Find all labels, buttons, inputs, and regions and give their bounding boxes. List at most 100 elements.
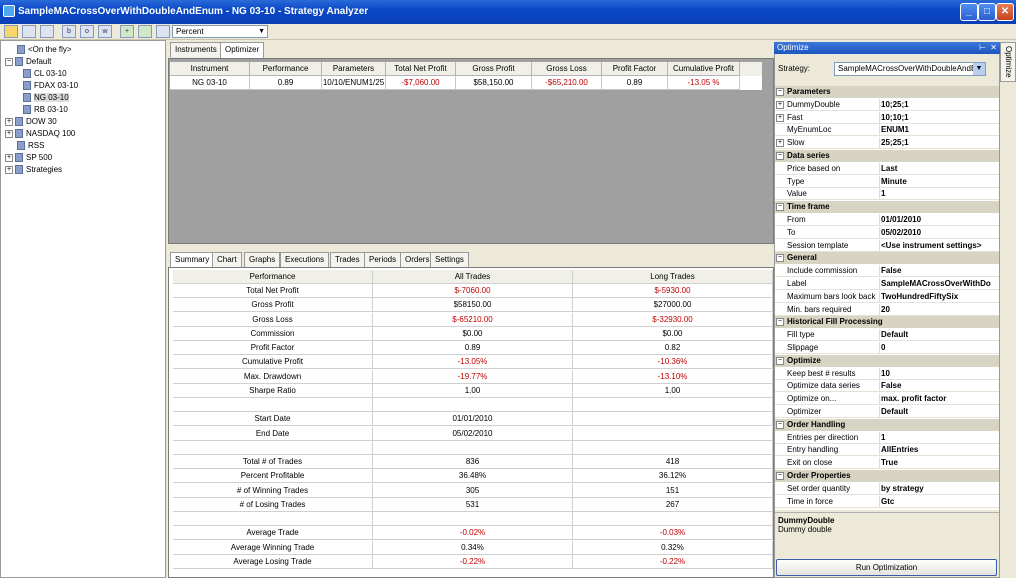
- tab-graphs[interactable]: Graphs: [244, 252, 281, 267]
- tree-item[interactable]: + DOW 30: [5, 116, 57, 128]
- tab-chart[interactable]: Chart: [212, 252, 242, 267]
- tree-item[interactable]: − Default: [5, 56, 51, 68]
- property-row[interactable]: Time in force Gtc: [775, 495, 999, 508]
- tree-item[interactable]: + NASDAQ 100: [5, 128, 75, 140]
- collapse-icon[interactable]: −: [776, 420, 784, 429]
- property-row[interactable]: To 05/02/2010: [775, 226, 999, 239]
- save-icon[interactable]: [22, 25, 36, 38]
- expand-icon[interactable]: +: [776, 100, 784, 109]
- property-row[interactable]: Entry handling AllEntries: [775, 444, 999, 457]
- add-icon[interactable]: +: [120, 25, 134, 38]
- expand-icon[interactable]: +: [5, 165, 13, 174]
- remove-icon[interactable]: [156, 25, 170, 38]
- property-category[interactable]: − Time frame: [775, 201, 999, 214]
- property-category[interactable]: − General: [775, 252, 999, 265]
- tree-item[interactable]: CL 03-10: [23, 68, 67, 80]
- tree-item[interactable]: <On the fly>: [5, 44, 72, 56]
- property-row[interactable]: Set order quantity by strategy: [775, 482, 999, 495]
- property-row[interactable]: Exit on close True: [775, 457, 999, 470]
- maximize-button[interactable]: □: [978, 3, 996, 21]
- property-category[interactable]: − Parameters: [775, 86, 999, 98]
- property-category[interactable]: − Order Properties: [775, 470, 999, 482]
- tab-trades[interactable]: Trades: [330, 252, 365, 267]
- expand-icon[interactable]: +: [5, 129, 13, 138]
- tab-executions[interactable]: Executions: [280, 252, 330, 267]
- property-row[interactable]: From 01/01/2010: [775, 214, 999, 226]
- property-row[interactable]: MyEnumLoc ENUM1: [775, 124, 999, 137]
- minimize-button[interactable]: _: [960, 3, 978, 21]
- walkforward-icon[interactable]: w: [98, 25, 112, 38]
- open-folder-icon[interactable]: [4, 25, 18, 38]
- tab-optimizer[interactable]: Optimizer: [220, 42, 265, 58]
- property-row[interactable]: Label SampleMACrossOverWithDo: [775, 278, 999, 290]
- property-category[interactable]: − Optimize: [775, 354, 999, 367]
- property-row[interactable]: Fill type Default: [775, 329, 999, 342]
- column-header[interactable]: Gross Profit: [456, 62, 532, 76]
- property-row[interactable]: Slippage 0: [775, 342, 999, 354]
- collapse-icon[interactable]: −: [776, 88, 784, 96]
- tree-item[interactable]: RB 03-10: [23, 104, 68, 116]
- collapse-icon[interactable]: −: [776, 152, 784, 160]
- optimize-icon[interactable]: o: [80, 25, 94, 38]
- expand-icon[interactable]: +: [776, 113, 784, 122]
- collapse-icon[interactable]: −: [776, 203, 784, 212]
- table-cell: Total # of Trades: [173, 455, 373, 469]
- tree-item[interactable]: + SP 500: [5, 152, 52, 164]
- refresh-icon[interactable]: [138, 25, 152, 38]
- backtest-icon[interactable]: b: [62, 25, 76, 38]
- property-row[interactable]: Optimizer Default: [775, 406, 999, 418]
- collapse-icon[interactable]: −: [776, 356, 784, 365]
- tab-instruments[interactable]: Instruments: [170, 42, 222, 57]
- column-header[interactable]: Cumulative Profit: [668, 62, 740, 76]
- tree-item[interactable]: FDAX 03-10: [23, 80, 78, 92]
- property-row[interactable]: Value 1: [775, 188, 999, 201]
- tab-periods[interactable]: Periods: [364, 252, 402, 267]
- collapse-icon[interactable]: −: [776, 472, 784, 480]
- property-row[interactable]: Maximum bars look back TwoHundredFiftySix: [775, 290, 999, 303]
- property-row[interactable]: Price based on Last: [775, 162, 999, 175]
- pin-icon[interactable]: ⊢: [979, 42, 986, 54]
- collapse-icon[interactable]: −: [776, 318, 784, 327]
- column-header[interactable]: Profit Factor: [602, 62, 668, 76]
- display-unit-select[interactable]: Percent ▼: [172, 25, 268, 38]
- expand-icon[interactable]: +: [5, 153, 13, 162]
- tree-item[interactable]: + Strategies: [5, 164, 62, 176]
- column-header[interactable]: Total Net Profit: [386, 62, 456, 76]
- column-header[interactable]: Performance: [250, 62, 322, 76]
- property-row[interactable]: + Slow 25;25;1: [775, 137, 999, 150]
- close-button[interactable]: ✕: [996, 3, 1014, 21]
- property-row[interactable]: Entries per direction 1: [775, 431, 999, 444]
- property-row[interactable]: Session template <Use instrument settings…: [775, 239, 999, 252]
- property-row[interactable]: Optimize data series False: [775, 380, 999, 393]
- strategy-select[interactable]: SampleMACrossOverWithDoubleAndE ▼: [834, 62, 986, 76]
- tree-item[interactable]: RSS: [5, 140, 44, 152]
- feedback-icon[interactable]: [40, 25, 54, 38]
- column-header[interactable]: All Trades: [373, 270, 573, 284]
- tab-summary[interactable]: Summary: [170, 252, 215, 268]
- property-row[interactable]: Include commission False: [775, 265, 999, 278]
- column-header[interactable]: Instrument: [170, 62, 250, 76]
- property-row[interactable]: Keep best # results 10: [775, 367, 999, 380]
- column-header[interactable]: Parameters: [322, 62, 386, 76]
- expand-icon[interactable]: +: [5, 117, 13, 126]
- collapse-icon[interactable]: −: [5, 57, 13, 66]
- property-category[interactable]: − Order Handling: [775, 418, 999, 431]
- column-header[interactable]: Long Trades: [573, 270, 773, 284]
- property-row[interactable]: Optimize on... max. profit factor: [775, 393, 999, 406]
- table-row[interactable]: NG 03-10 0.89 10/10/ENUM1/25 -$7,060.00 $58,…: [170, 76, 762, 90]
- close-panel-icon[interactable]: ✕: [990, 42, 997, 54]
- optimize-side-tab[interactable]: Optimize: [1000, 42, 1016, 82]
- column-header[interactable]: Performance: [173, 270, 373, 284]
- property-row[interactable]: Type Minute: [775, 175, 999, 188]
- property-category[interactable]: − Data series: [775, 150, 999, 162]
- property-row[interactable]: + DummyDouble 10;25;1: [775, 98, 999, 111]
- tab-settings[interactable]: Settings: [430, 252, 469, 267]
- property-category[interactable]: − Historical Fill Processing: [775, 316, 999, 329]
- tree-item[interactable]: NG 03-10: [23, 92, 69, 104]
- run-optimization-button[interactable]: Run Optimization: [776, 559, 997, 576]
- column-header[interactable]: Gross Loss: [532, 62, 602, 76]
- property-row[interactable]: Min. bars required 20: [775, 303, 999, 316]
- expand-icon[interactable]: +: [776, 139, 784, 148]
- property-row[interactable]: + Fast 10;10;1: [775, 111, 999, 124]
- collapse-icon[interactable]: −: [776, 254, 784, 263]
